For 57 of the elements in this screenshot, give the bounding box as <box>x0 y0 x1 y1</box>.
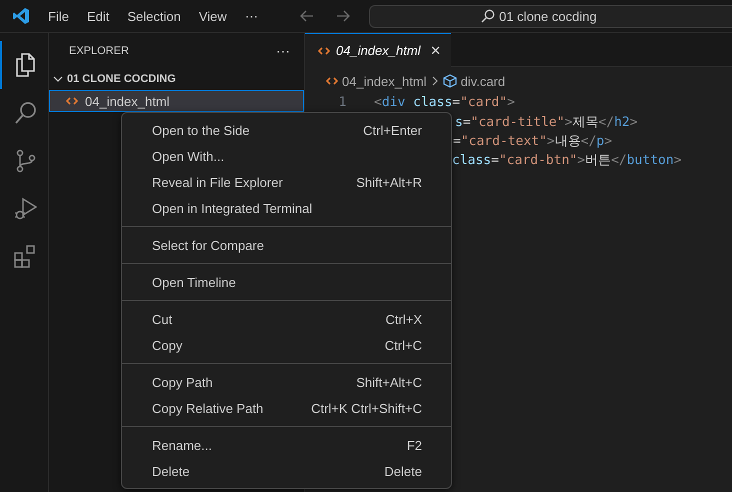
menu-item[interactable]: Delete Delete <box>122 458 451 484</box>
shortcut-text: Ctrl+K Ctrl+Shift+C <box>311 400 422 416</box>
shortcut-text: Shift+Alt+C <box>356 374 422 390</box>
file-name: 04_index_html <box>85 94 170 108</box>
folder-name: 01 CLONE COCDING <box>67 73 176 85</box>
menu-item[interactable]: Copy Path Shift+Alt+C <box>122 369 451 395</box>
code-line: ="card-text">내용</p> <box>453 132 612 150</box>
panel-title: EXPLORER <box>69 44 129 56</box>
menu-item[interactable]: View <box>198 8 227 24</box>
code-file-icon <box>318 46 330 56</box>
shortcut-text: Delete <box>384 464 422 478</box>
shortcut-text: F2 <box>406 438 422 452</box>
forward-arrow-icon <box>336 10 350 22</box>
search-icon <box>13 100 37 126</box>
menu-item[interactable]: Rename... F2 <box>122 432 451 458</box>
files-icon <box>13 52 37 78</box>
folder-row[interactable]: 01 CLONE COCDING <box>49 68 304 90</box>
breadcrumb-item[interactable]: 04_index_html <box>342 74 427 88</box>
menu-item[interactable]: Copy Relative Path Ctrl+K Ctrl+Shift+C <box>122 395 451 421</box>
menu-item[interactable]: Open in Integrated Terminal <box>122 195 451 221</box>
search-text: 01 clone cocding <box>499 8 597 24</box>
more-button[interactable]: ⋯ <box>276 42 290 58</box>
menu-item[interactable]: Select for Compare <box>122 232 451 258</box>
chevron-down-icon <box>53 74 63 84</box>
command-center[interactable]: 01 clone cocding <box>368 4 732 28</box>
code-line: class="card-btn">버튼</button> <box>452 152 682 168</box>
menu-item[interactable]: Selection <box>127 8 181 24</box>
menu-item[interactable]: Open Timeline <box>122 269 451 295</box>
code-file-icon <box>326 76 338 86</box>
breadcrumb-item[interactable]: div.card <box>460 74 506 88</box>
code-line: <div class="card"> <box>374 95 515 110</box>
shortcut-text: Shift+Alt+R <box>356 174 422 190</box>
shortcut-text: Ctrl+Enter <box>363 122 422 138</box>
code-line: s="card-title">제목</h2> <box>455 114 638 130</box>
line-number: 1 <box>338 95 346 110</box>
extensions-icon <box>13 244 37 270</box>
back-arrow-icon <box>300 10 314 22</box>
code-file-icon <box>66 96 78 106</box>
menu-item[interactable]: Edit <box>86 8 110 24</box>
close-button[interactable]: × <box>430 40 440 60</box>
file-row[interactable]: 04_index_html <box>49 90 304 112</box>
chevron-right-icon <box>430 76 439 86</box>
shortcut-text: Ctrl+C <box>384 338 422 352</box>
search-icon <box>481 9 496 23</box>
menu-item[interactable]: Cut Ctrl+X <box>122 306 451 332</box>
menu-item[interactable]: Open to the Side Ctrl+Enter <box>122 117 451 143</box>
menu-item[interactable]: File <box>48 8 69 24</box>
menu-item[interactable]: Open With... <box>122 143 451 169</box>
run-debug-icon <box>13 196 37 222</box>
tab-label: 04_index_html <box>336 43 421 58</box>
cube-icon <box>442 74 457 88</box>
logo-icon <box>12 7 30 25</box>
menu-item[interactable]: Reveal in File Explorer Shift+Alt+R <box>122 169 451 195</box>
menu-item[interactable]: ⋯ <box>244 8 258 24</box>
menu-item[interactable]: Copy Ctrl+C <box>122 332 451 358</box>
editor-tab[interactable]: 04_index_html × <box>305 33 450 67</box>
shortcut-text: Ctrl+X <box>386 312 422 326</box>
